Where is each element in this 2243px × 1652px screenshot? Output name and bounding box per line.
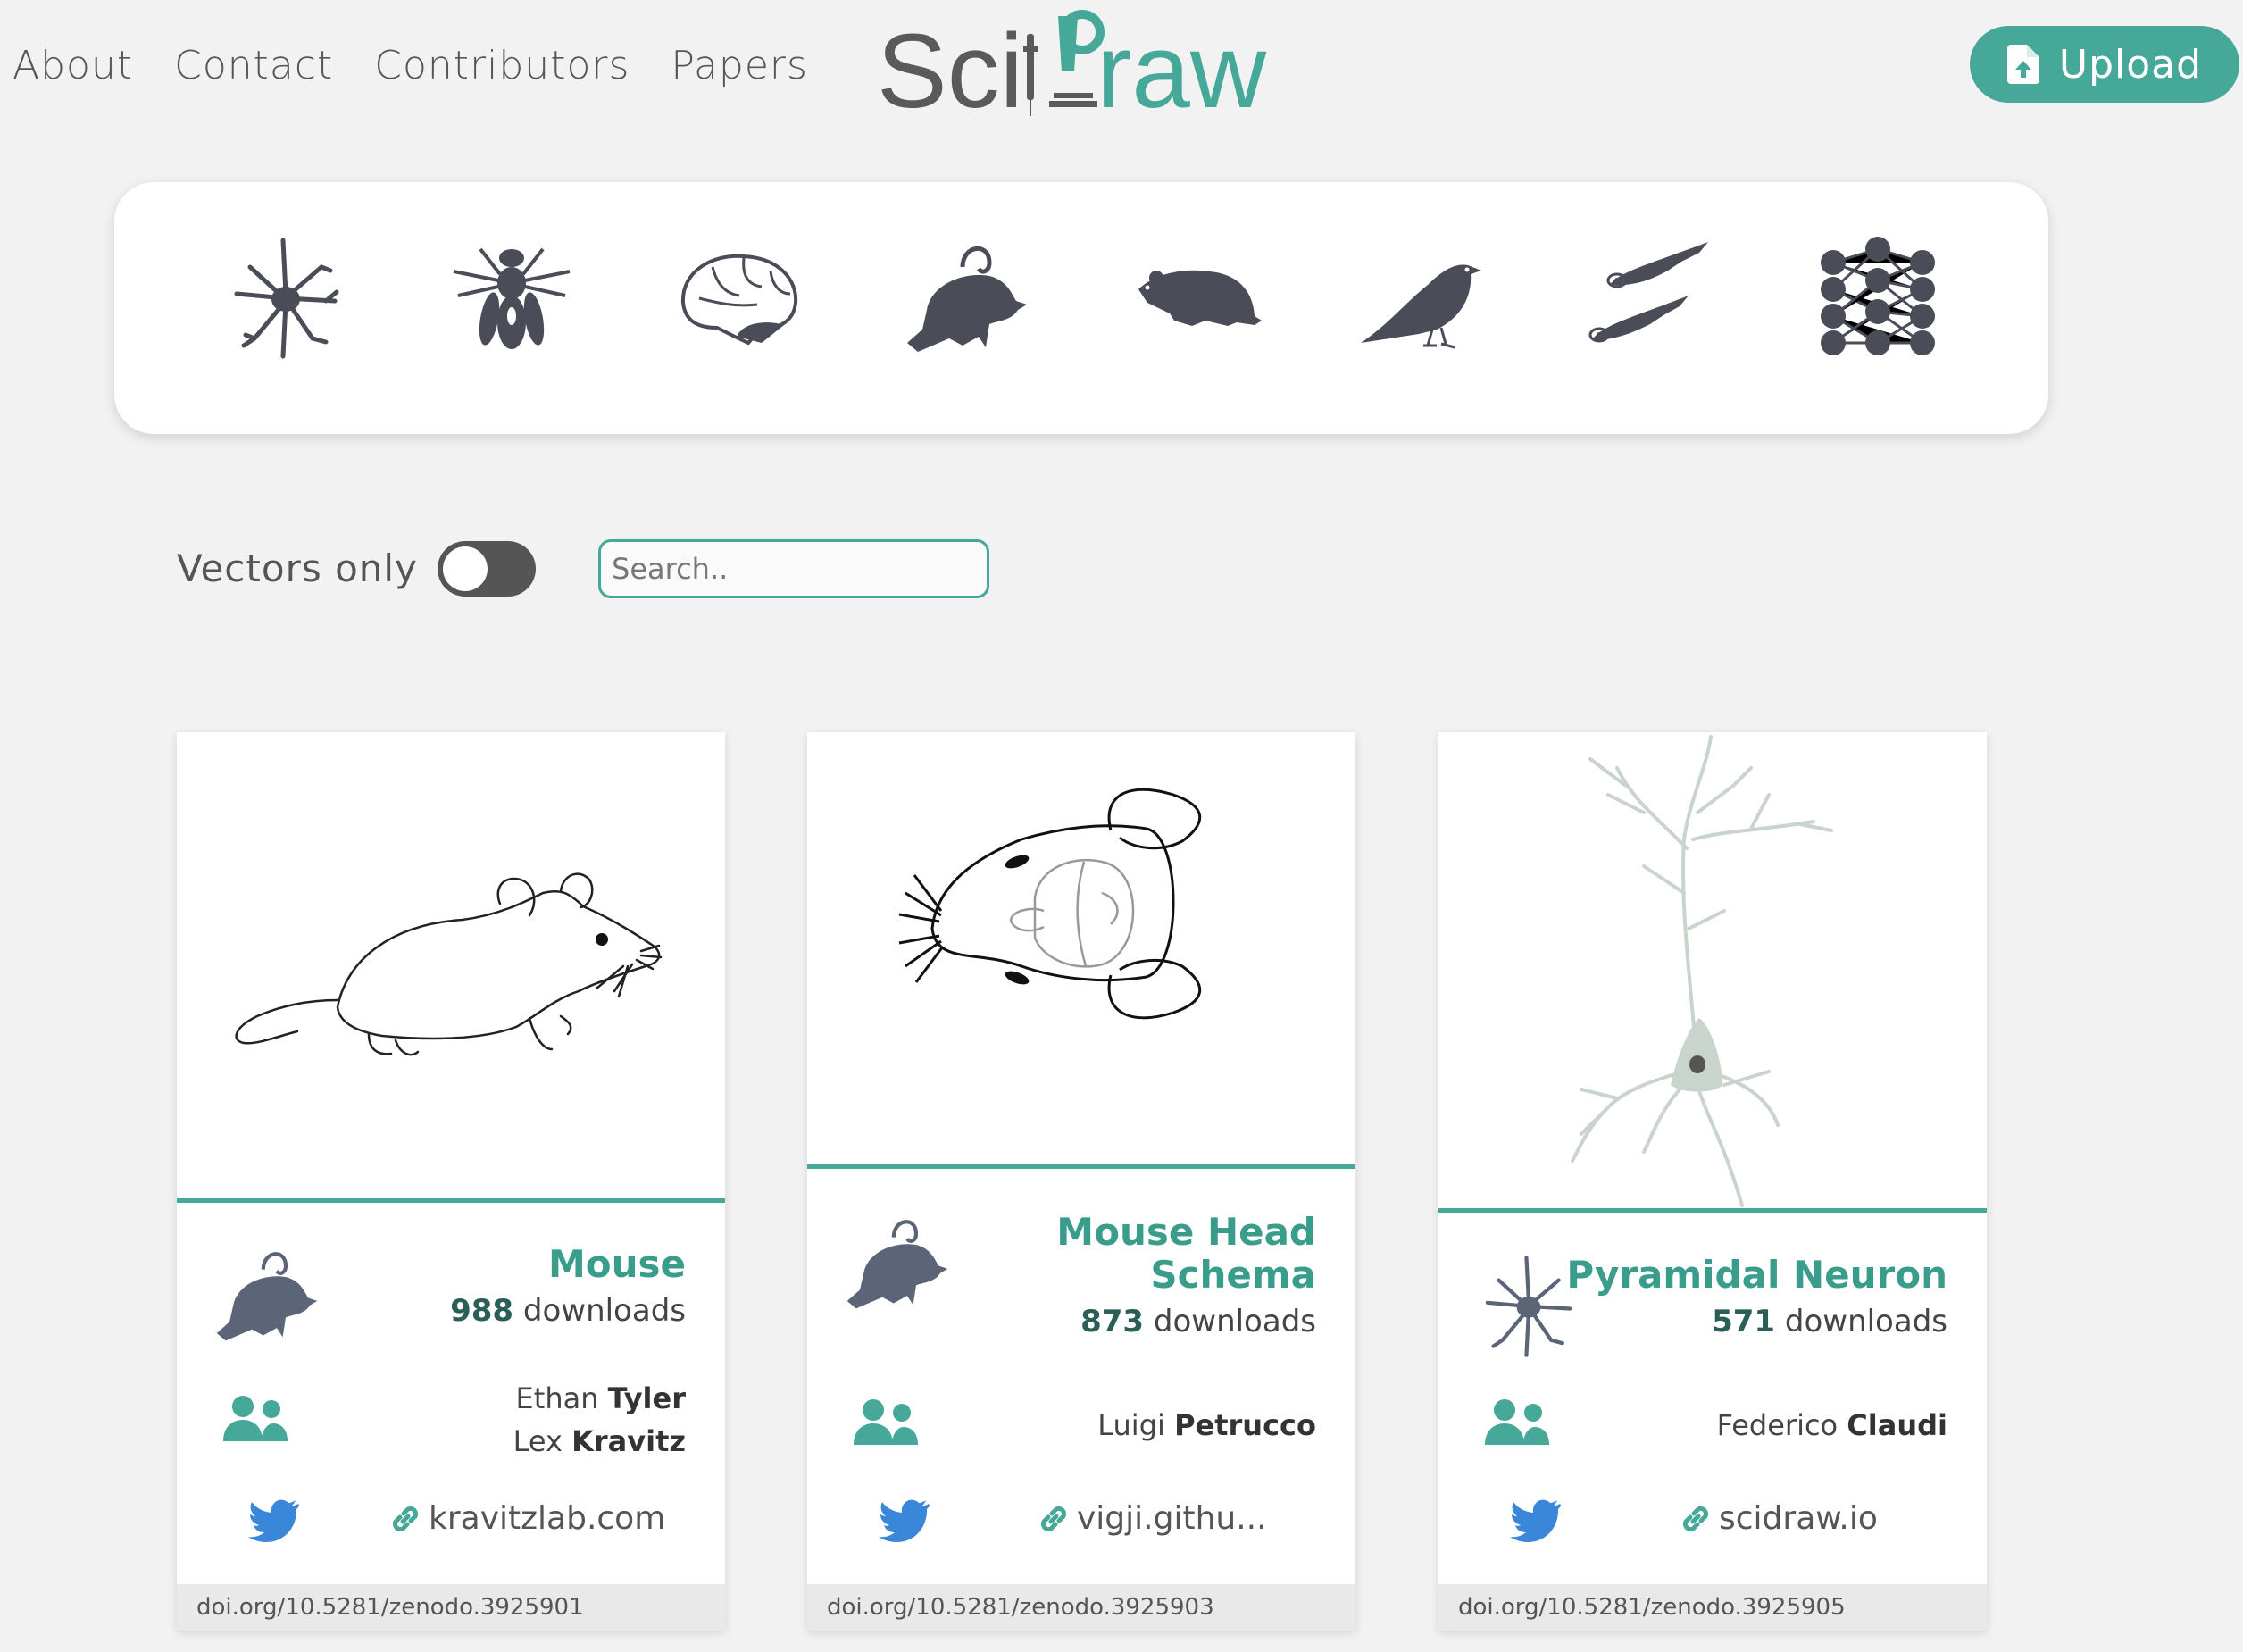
authors-list: Federico Claudi: [1717, 1404, 1947, 1447]
category-neuron[interactable]: [219, 231, 353, 365]
mouse-icon: [216, 1252, 318, 1341]
twitter-icon[interactable]: [248, 1498, 300, 1543]
toggle-knob: [443, 546, 488, 591]
doi-footer[interactable]: doi.org/10.5281/zenodo.3925901: [177, 1584, 725, 1631]
link-text: vigji.githu...: [1077, 1500, 1267, 1537]
search-input[interactable]: [598, 539, 989, 598]
card-image[interactable]: [807, 732, 1355, 1167]
author-last-name: Kravitz: [571, 1424, 686, 1458]
nav-about-link[interactable]: About: [13, 43, 133, 88]
download-number: 873: [1080, 1304, 1145, 1339]
neural-network-icon: [1821, 237, 1935, 355]
download-number: 988: [450, 1293, 514, 1329]
upload-button[interactable]: Upload: [1970, 26, 2239, 103]
people-icon: [223, 1396, 288, 1441]
upload-label: Upload: [2058, 41, 2203, 88]
link-icon: [1682, 1506, 1709, 1531]
people-icon: [1485, 1399, 1549, 1445]
author-last-name: Claudi: [1847, 1408, 1947, 1442]
card-title[interactable]: Mouse: [548, 1243, 686, 1286]
author-first-name: Luigi: [1097, 1408, 1165, 1442]
mouse-icon: [846, 1220, 948, 1309]
pipette-icon: [1027, 34, 1034, 100]
logo-text-draw: raw: [1096, 13, 1267, 123]
drawing-card[interactable]: Pyramidal Neuron 571 downloads Federico …: [1438, 732, 1987, 1631]
category-zebrafish[interactable]: [1583, 231, 1717, 365]
author: Lex Kravitz: [513, 1420, 686, 1463]
download-number: 571: [1712, 1304, 1776, 1339]
author-last-name: Petrucco: [1174, 1408, 1316, 1442]
drawing-card[interactable]: Mouse 988 downloads Ethan Tyler Lex Krav…: [177, 732, 725, 1631]
link-text: scidraw.io: [1719, 1500, 1878, 1537]
link-text: kravitzlab.com: [429, 1500, 666, 1537]
scidraw-logo[interactable]: Sci raw: [875, 7, 1322, 123]
website-link[interactable]: kravitzlab.com: [389, 1500, 665, 1537]
bird-icon: [1361, 264, 1481, 349]
doi-footer[interactable]: doi.org/10.5281/zenodo.3925903: [807, 1584, 1355, 1631]
card-divider: [177, 1198, 725, 1203]
card-image[interactable]: [177, 732, 725, 1201]
author: Ethan Tyler: [513, 1377, 686, 1420]
authors-list: Ethan Tyler Lex Kravitz: [513, 1377, 686, 1463]
file-upload-icon: [2006, 45, 2039, 84]
category-bird[interactable]: [1356, 231, 1490, 365]
mouse-icon: [907, 246, 1027, 352]
website-link[interactable]: vigji.githu...: [1038, 1500, 1267, 1537]
card-divider: [1438, 1208, 1987, 1213]
vectors-only-label: Vectors only: [177, 546, 418, 590]
neuron-icon: [234, 238, 339, 359]
doi-footer[interactable]: doi.org/10.5281/zenodo.3925905: [1438, 1584, 1987, 1631]
card-title-line: Mouse Head: [1056, 1210, 1316, 1254]
category-bar: [114, 182, 2048, 434]
download-count: 873 downloads: [1080, 1304, 1316, 1339]
author-first-name: Lex: [513, 1424, 563, 1458]
brain-icon: [680, 254, 798, 346]
authors-list: Luigi Petrucco: [1097, 1404, 1316, 1447]
category-rat[interactable]: [1130, 231, 1263, 365]
zebrafish-icon: [1588, 242, 1708, 343]
category-mouse[interactable]: [900, 231, 1034, 365]
link-icon: [1040, 1506, 1067, 1531]
download-count: 988 downloads: [450, 1293, 686, 1329]
nav-contributors-link[interactable]: Contributors: [374, 43, 630, 88]
card-title-line: Schema: [1150, 1253, 1316, 1297]
author-first-name: Federico: [1716, 1408, 1839, 1442]
website-link[interactable]: scidraw.io: [1680, 1500, 1878, 1537]
drawing-card[interactable]: Mouse Head Schema 873 downloads Luigi Pe…: [807, 732, 1355, 1631]
nav-papers-link[interactable]: Papers: [671, 43, 808, 88]
fly-icon: [453, 247, 571, 349]
card-divider: [807, 1164, 1355, 1169]
card-image[interactable]: [1438, 732, 1987, 1211]
twitter-icon[interactable]: [1510, 1498, 1562, 1543]
download-count: 571 downloads: [1712, 1304, 1947, 1339]
top-nav: About Contact Contributors Papers: [13, 43, 808, 88]
card-title[interactable]: Mouse Head Schema: [1056, 1211, 1316, 1297]
link-icon: [392, 1506, 419, 1531]
author-first-name: Ethan: [515, 1381, 599, 1415]
author-last-name: Tyler: [607, 1381, 686, 1415]
card-title[interactable]: Pyramidal Neuron: [1566, 1254, 1947, 1297]
microscope-icon: [1049, 10, 1105, 107]
twitter-icon[interactable]: [879, 1498, 930, 1543]
category-neural-network[interactable]: [1811, 231, 1945, 365]
nav-contact-link[interactable]: Contact: [174, 43, 333, 88]
author: Luigi Petrucco: [1097, 1404, 1316, 1447]
rat-icon: [1138, 270, 1262, 326]
download-label: downloads: [1784, 1304, 1947, 1339]
logo-text-sci: Sci: [877, 13, 1023, 123]
vectors-only-toggle[interactable]: [438, 541, 536, 597]
people-icon: [854, 1399, 918, 1445]
category-fly[interactable]: [445, 231, 579, 365]
download-label: downloads: [1153, 1304, 1316, 1339]
author: Federico Claudi: [1717, 1404, 1947, 1447]
category-brain[interactable]: [672, 231, 806, 365]
download-label: downloads: [522, 1293, 686, 1329]
